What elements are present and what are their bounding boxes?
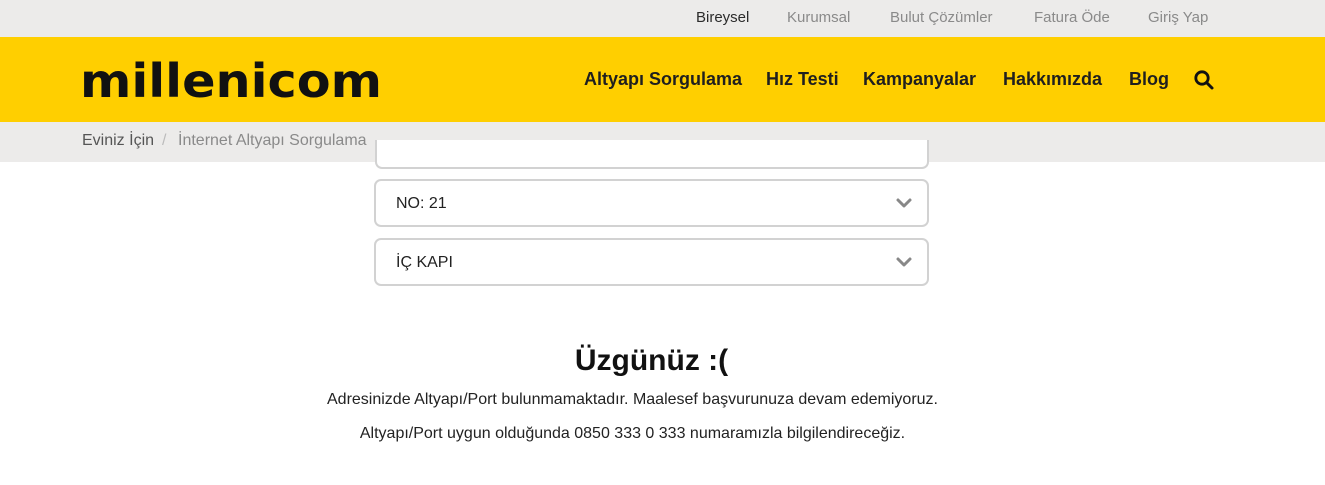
nav-kampanyalar[interactable]: Kampanyalar: [863, 69, 976, 90]
select-previous-partial[interactable]: [375, 140, 929, 169]
millenicom-logo[interactable]: millenicom: [80, 53, 384, 108]
inner-door-select[interactable]: İÇ KAPI: [374, 238, 929, 286]
door-number-select[interactable]: NO: 21: [374, 179, 929, 227]
search-icon: [1194, 70, 1214, 90]
breadcrumb-current: İnternet Altyapı Sorgulama: [178, 132, 367, 149]
topbar-link-giris-yap[interactable]: Giriş Yap: [1148, 9, 1208, 26]
nav-blog[interactable]: Blog: [1129, 69, 1169, 90]
main-header: millenicom Altyapı Sorgulama Hız Testi K…: [0, 37, 1325, 122]
top-utility-bar: Bireysel Kurumsal Bulut Çözümler Fatura …: [0, 0, 1325, 37]
topbar-link-bulut-cozumler[interactable]: Bulut Çözümler: [890, 9, 993, 26]
breadcrumb-separator: /: [162, 132, 167, 149]
nav-altyapi-sorgulama[interactable]: Altyapı Sorgulama: [584, 69, 742, 90]
inner-door-value: İÇ KAPI: [396, 254, 453, 271]
topbar-link-fatura-ode[interactable]: Fatura Öde: [1034, 9, 1110, 26]
door-number-value: NO: 21: [396, 195, 447, 212]
result-message-line-1: Adresinizde Altyapı/Port bulunmamaktadır…: [327, 391, 938, 408]
nav-hakkimizda[interactable]: Hakkımızda: [1003, 69, 1102, 90]
topbar-link-bireysel[interactable]: Bireysel: [696, 9, 749, 26]
result-message-line-2: Altyapı/Port uygun olduğunda 0850 333 0 …: [359, 425, 906, 442]
search-button[interactable]: [1193, 69, 1217, 91]
logo-text: millenicom: [80, 54, 382, 105]
chevron-down-icon: [896, 198, 912, 208]
chevron-down-icon: [896, 257, 912, 267]
topbar-link-kurumsal[interactable]: Kurumsal: [787, 9, 850, 26]
result-title: Üzgünüz :(: [574, 344, 729, 377]
logo-image: millenicom: [80, 54, 382, 108]
nav-hiz-testi[interactable]: Hız Testi: [766, 69, 839, 90]
breadcrumb-home-link[interactable]: Eviniz İçin: [82, 132, 154, 150]
